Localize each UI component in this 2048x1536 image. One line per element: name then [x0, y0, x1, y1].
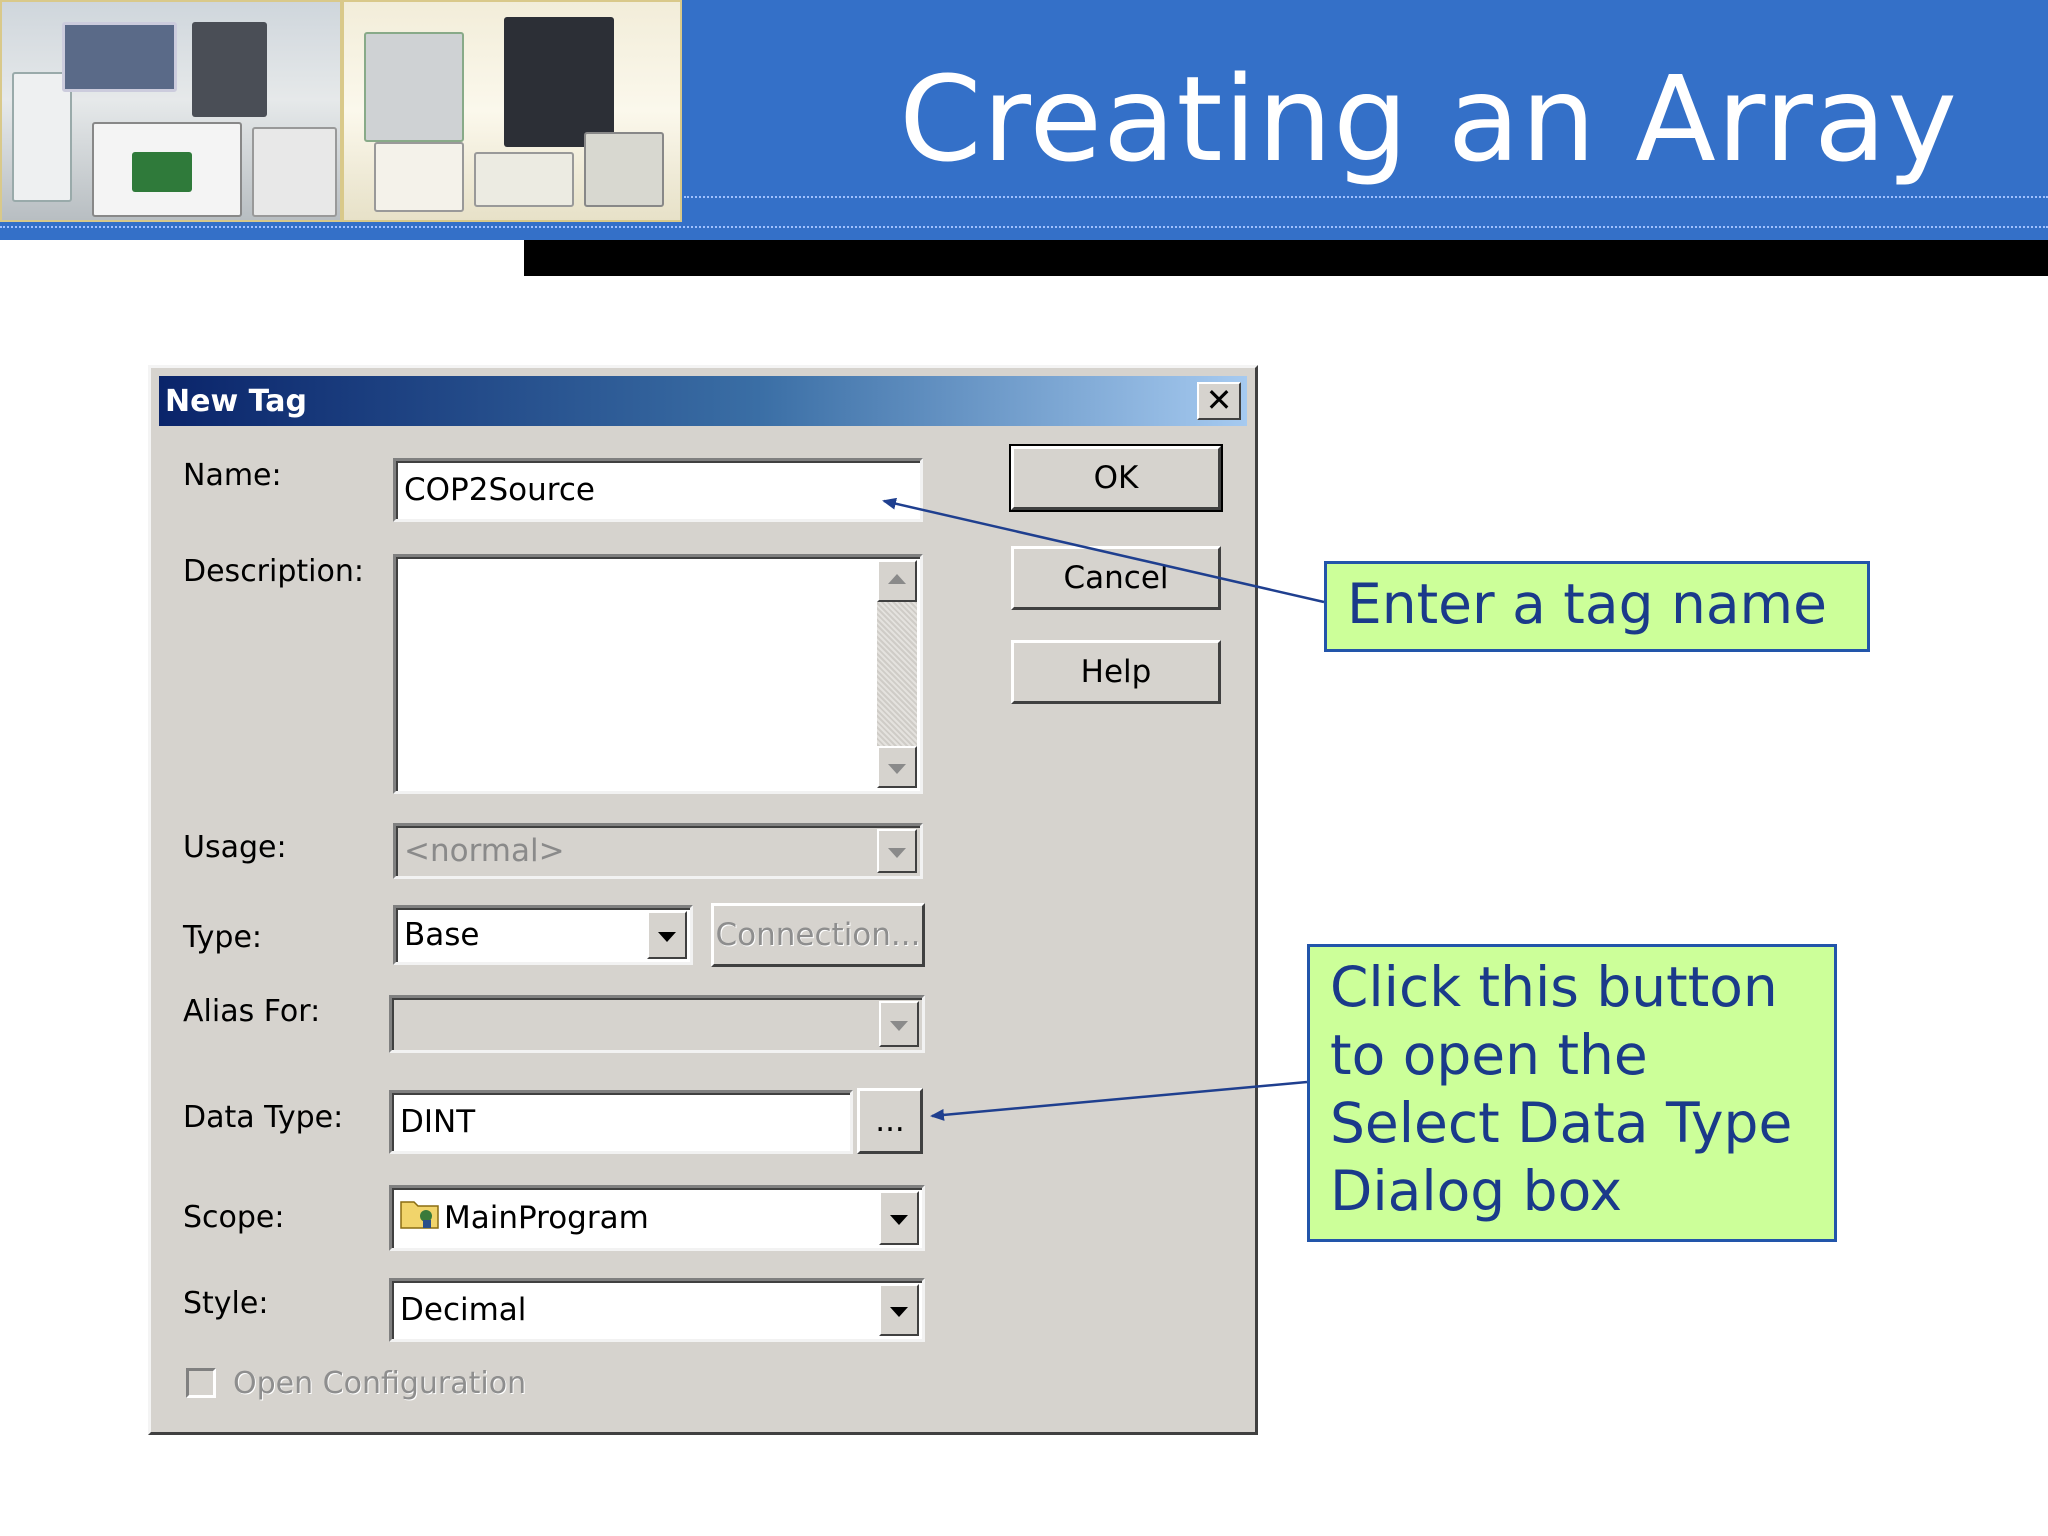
usage-label: Usage:: [183, 830, 287, 865]
style-dropdown-button[interactable]: [879, 1284, 919, 1336]
arrow-down-icon: [888, 764, 906, 774]
header-divider: [684, 196, 2048, 198]
data-type-browse-button[interactable]: ...: [857, 1088, 923, 1154]
scroll-up-button[interactable]: [877, 560, 917, 602]
data-type-input[interactable]: DINT: [389, 1090, 853, 1154]
callout-line: Dialog box: [1330, 1159, 1623, 1223]
header-divider: [0, 226, 2048, 228]
scope-value: MainProgram: [444, 1200, 649, 1236]
style-label: Style:: [183, 1286, 269, 1321]
type-label: Type:: [183, 920, 263, 955]
connection-button[interactable]: Connection...: [711, 903, 925, 967]
callout-text: Enter a tag name: [1347, 572, 1827, 636]
dialog-titlebar[interactable]: New Tag ✕: [159, 376, 1247, 426]
slide-header: Creating an Array: [0, 0, 2048, 240]
plc-hardware-photo: [0, 0, 342, 222]
callout-line: Select Data Type: [1330, 1091, 1793, 1155]
open-configuration-label: Open Configuration: [233, 1366, 527, 1401]
chevron-down-icon: [890, 1021, 908, 1031]
type-dropdown-button[interactable]: [647, 911, 687, 959]
chevron-down-icon: [890, 1215, 908, 1225]
plc-modules-photo: [342, 0, 682, 222]
data-type-value: DINT: [400, 1104, 476, 1140]
ok-button[interactable]: OK: [1009, 444, 1223, 512]
arrow-up-icon: [888, 574, 906, 584]
name-input[interactable]: COP2Source: [393, 458, 923, 522]
alias-for-select[interactable]: [389, 995, 925, 1053]
description-label: Description:: [183, 554, 364, 589]
callout-enter-tag-name: Enter a tag name: [1324, 561, 1870, 652]
dialog-title: New Tag: [165, 384, 307, 419]
new-tag-dialog: New Tag ✕ Name: COP2Source Description: …: [148, 365, 1258, 1435]
name-label: Name:: [183, 458, 282, 493]
description-textarea[interactable]: [393, 554, 923, 794]
close-icon: ✕: [1205, 381, 1233, 419]
scope-label: Scope:: [183, 1200, 285, 1235]
callout-data-type-button: Click this button to open the Select Dat…: [1307, 944, 1837, 1242]
callout-line: to open the: [1330, 1023, 1648, 1087]
style-select[interactable]: Decimal: [389, 1278, 925, 1342]
chevron-down-icon: [890, 1307, 908, 1317]
header-accent-bar: [524, 240, 2048, 276]
type-select[interactable]: Base: [393, 905, 693, 965]
chevron-down-icon: [658, 932, 676, 942]
alias-dropdown-button[interactable]: [879, 1001, 919, 1047]
alias-for-label: Alias For:: [183, 994, 321, 1029]
type-value: Base: [404, 917, 480, 953]
cancel-button[interactable]: Cancel: [1011, 546, 1221, 610]
data-type-label: Data Type:: [183, 1100, 344, 1135]
callout-line: Click this button: [1330, 955, 1778, 1019]
scope-dropdown-button[interactable]: [879, 1191, 919, 1245]
scroll-down-button[interactable]: [877, 746, 917, 788]
slide-title: Creating an Array: [899, 50, 1958, 188]
open-configuration-checkbox[interactable]: [186, 1368, 216, 1398]
name-input-value: COP2Source: [404, 472, 595, 508]
scope-select[interactable]: MainProgram: [389, 1185, 925, 1251]
usage-value: <normal>: [404, 833, 565, 869]
usage-dropdown-button[interactable]: [877, 829, 917, 873]
description-scrollbar[interactable]: [877, 560, 917, 788]
style-value: Decimal: [400, 1292, 527, 1328]
usage-select[interactable]: <normal>: [393, 823, 923, 879]
close-button[interactable]: ✕: [1197, 382, 1241, 420]
program-folder-icon: [400, 1201, 439, 1229]
chevron-down-icon: [888, 848, 906, 858]
help-button[interactable]: Help: [1011, 640, 1221, 704]
